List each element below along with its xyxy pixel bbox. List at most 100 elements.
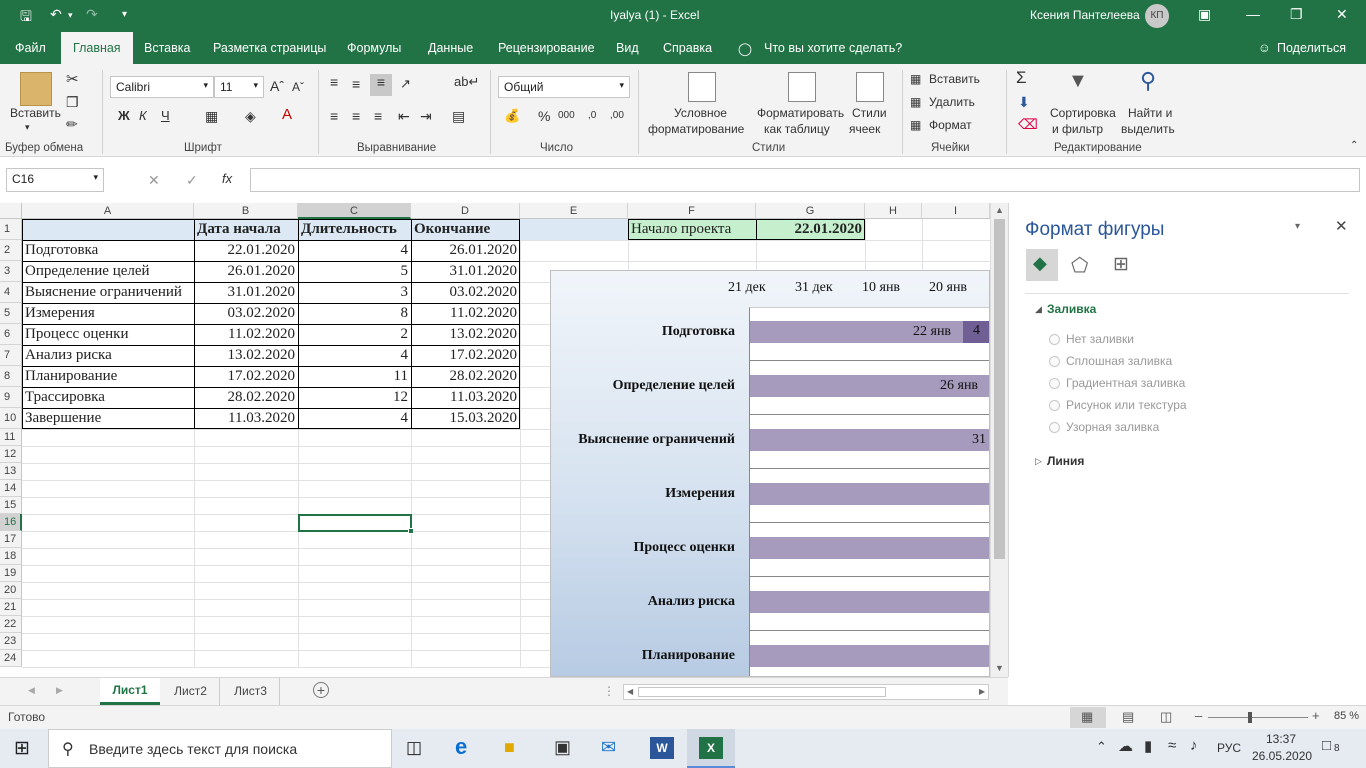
row-header-15[interactable]: 15	[0, 497, 22, 514]
duration-cell[interactable]: 4	[298, 408, 411, 429]
duration-cell[interactable]: 5	[298, 261, 411, 282]
orientation-icon[interactable]: ↗	[400, 76, 411, 92]
duration-cell[interactable]: 2	[298, 324, 411, 345]
scroll-right-icon[interactable]: ▶	[979, 687, 985, 696]
cancel-icon[interactable]: ✕	[148, 172, 160, 189]
paste-button[interactable]: Вставить	[10, 106, 61, 120]
fill-option-label[interactable]: Рисунок или текстура	[1066, 398, 1187, 412]
row-header-10[interactable]: 10	[0, 408, 22, 429]
fill-option-radio[interactable]	[1049, 378, 1060, 389]
row-header-12[interactable]: 12	[0, 446, 22, 463]
end-date-cell[interactable]: 28.02.2020	[411, 366, 520, 387]
paste-icon[interactable]	[20, 72, 52, 106]
row-header-4[interactable]: 4	[0, 282, 22, 303]
start-date-cell[interactable]: 17.02.2020	[194, 366, 298, 387]
duration-cell[interactable]: 8	[298, 303, 411, 324]
insert-cells-button[interactable]: Вставить	[929, 72, 980, 86]
start-date-cell[interactable]: 31.01.2020	[194, 282, 298, 303]
project-start-value[interactable]: 22.01.2020	[756, 219, 865, 240]
add-sheet-icon[interactable]: +	[313, 682, 329, 698]
tab-help[interactable]: Справка	[663, 41, 712, 55]
row-header-17[interactable]: 17	[0, 531, 22, 548]
currency-icon[interactable]: 💰	[504, 108, 520, 124]
percent-icon[interactable]: %	[538, 108, 550, 124]
paste-dropdown-icon[interactable]: ▾	[25, 122, 30, 133]
fill-section-header[interactable]: Заливка	[1047, 302, 1096, 316]
align-center-icon[interactable]: ≡	[352, 108, 360, 124]
merge-center-icon[interactable]: ▤	[452, 108, 465, 125]
horizontal-scrollbar[interactable]: ◀ ▶	[623, 684, 989, 700]
row-header-18[interactable]: 18	[0, 548, 22, 565]
format-cells-button[interactable]: Формат	[929, 118, 972, 132]
format-as-table-label2[interactable]: как таблицу	[764, 122, 830, 136]
bold-button[interactable]: Ж	[118, 108, 130, 123]
volume-icon[interactable]: ♪	[1190, 737, 1198, 754]
find-select-label2[interactable]: выделить	[1121, 122, 1175, 136]
cell-A1[interactable]	[22, 219, 194, 240]
insert-cells-icon[interactable]: ▦	[910, 72, 921, 86]
cell-styles-label1[interactable]: Стили	[852, 106, 887, 120]
column-header-H[interactable]: H	[865, 203, 922, 219]
format-as-table-icon[interactable]	[788, 72, 816, 102]
tab-formulas[interactable]: Формулы	[347, 41, 401, 55]
row-header-23[interactable]: 23	[0, 633, 22, 650]
format-cells-icon[interactable]: ▦	[910, 118, 921, 132]
row-header-6[interactable]: 6	[0, 324, 22, 345]
sheet-tab-1[interactable]: Лист1	[100, 678, 160, 705]
zoom-level[interactable]: 85 %	[1334, 710, 1359, 722]
format-painter-icon[interactable]: ✏	[66, 116, 78, 133]
format-as-table-label1[interactable]: Форматировать	[757, 106, 844, 120]
column-header-D[interactable]: D	[411, 203, 520, 219]
user-name[interactable]: Ксения Пантелеева	[1030, 8, 1140, 22]
end-date-cell[interactable]: 17.02.2020	[411, 345, 520, 366]
task-name-cell[interactable]: Измерения	[22, 303, 194, 324]
sort-filter-label1[interactable]: Сортировка	[1050, 106, 1116, 120]
undo-icon[interactable]: ↶	[50, 6, 62, 23]
sheet-tab-3[interactable]: Лист3	[222, 678, 280, 705]
chart-bar[interactable]	[750, 591, 989, 613]
task-name-cell[interactable]: Анализ риска	[22, 345, 194, 366]
gantt-chart[interactable]: 21 дек 31 дек 10 янв 20 янв Подготовка 22 янв…	[550, 270, 990, 677]
fill-line-icon[interactable]: ◆	[1026, 249, 1058, 281]
project-start-label[interactable]: Начало проекта	[628, 219, 756, 240]
enter-icon[interactable]: ✓	[186, 172, 198, 189]
tab-file[interactable]: Файл	[15, 41, 46, 55]
prev-sheet-icon[interactable]: ◀	[28, 685, 35, 696]
start-date-cell[interactable]: 11.03.2020	[194, 408, 298, 429]
start-date-cell[interactable]: 28.02.2020	[194, 387, 298, 408]
sort-filter-icon[interactable]: ▼	[1068, 70, 1088, 93]
fill-section-collapse-icon[interactable]: ◢	[1035, 304, 1042, 315]
scroll-left-icon[interactable]: ◀	[627, 687, 633, 696]
customize-qat-icon[interactable]: ▾	[122, 9, 127, 20]
tell-me-input[interactable]: Что вы хотите сделать?	[764, 41, 902, 55]
fill-option-radio[interactable]	[1049, 334, 1060, 345]
fill-option-label[interactable]: Нет заливки	[1066, 332, 1134, 346]
zoom-in-icon[interactable]: +	[1312, 708, 1320, 723]
name-box[interactable]: C16 ▾	[6, 168, 104, 192]
minimize-icon[interactable]: —	[1246, 6, 1260, 22]
save-icon[interactable]: 🖫	[20, 6, 32, 30]
selected-cell[interactable]	[298, 514, 412, 532]
column-header-B[interactable]: B	[194, 203, 298, 219]
task-name-cell[interactable]: Определение целей	[22, 261, 194, 282]
column-header-E[interactable]: E	[520, 203, 628, 219]
task-name-cell[interactable]: Подготовка	[22, 240, 194, 261]
column-header-I[interactable]: I	[922, 203, 990, 219]
autosum-icon[interactable]: Σ	[1016, 68, 1027, 88]
show-hidden-icons[interactable]: ⌃	[1096, 739, 1107, 755]
task-view-icon[interactable]: ◫	[406, 738, 422, 758]
page-break-view-icon[interactable]: ◫	[1160, 709, 1172, 725]
start-date-cell[interactable]: 26.01.2020	[194, 261, 298, 282]
input-language[interactable]: РУС	[1217, 741, 1241, 755]
delete-cells-button[interactable]: Удалить	[929, 95, 975, 109]
pane-close-icon[interactable]: ✕	[1335, 217, 1348, 235]
start-date-cell[interactable]: 13.02.2020	[194, 345, 298, 366]
start-date-cell[interactable]: 03.02.2020	[194, 303, 298, 324]
share-icon[interactable]: ☺	[1258, 41, 1271, 55]
chart-bar[interactable]	[750, 483, 989, 505]
scroll-down-icon[interactable]: ▼	[995, 663, 1004, 673]
taskbar-search-box[interactable]: ⚲ Введите здесь текст для поиска	[48, 729, 392, 768]
font-color-icon[interactable]: A	[282, 106, 292, 123]
sort-filter-label2[interactable]: и фильтр	[1052, 122, 1103, 136]
align-top-icon[interactable]: ≡	[330, 74, 338, 90]
